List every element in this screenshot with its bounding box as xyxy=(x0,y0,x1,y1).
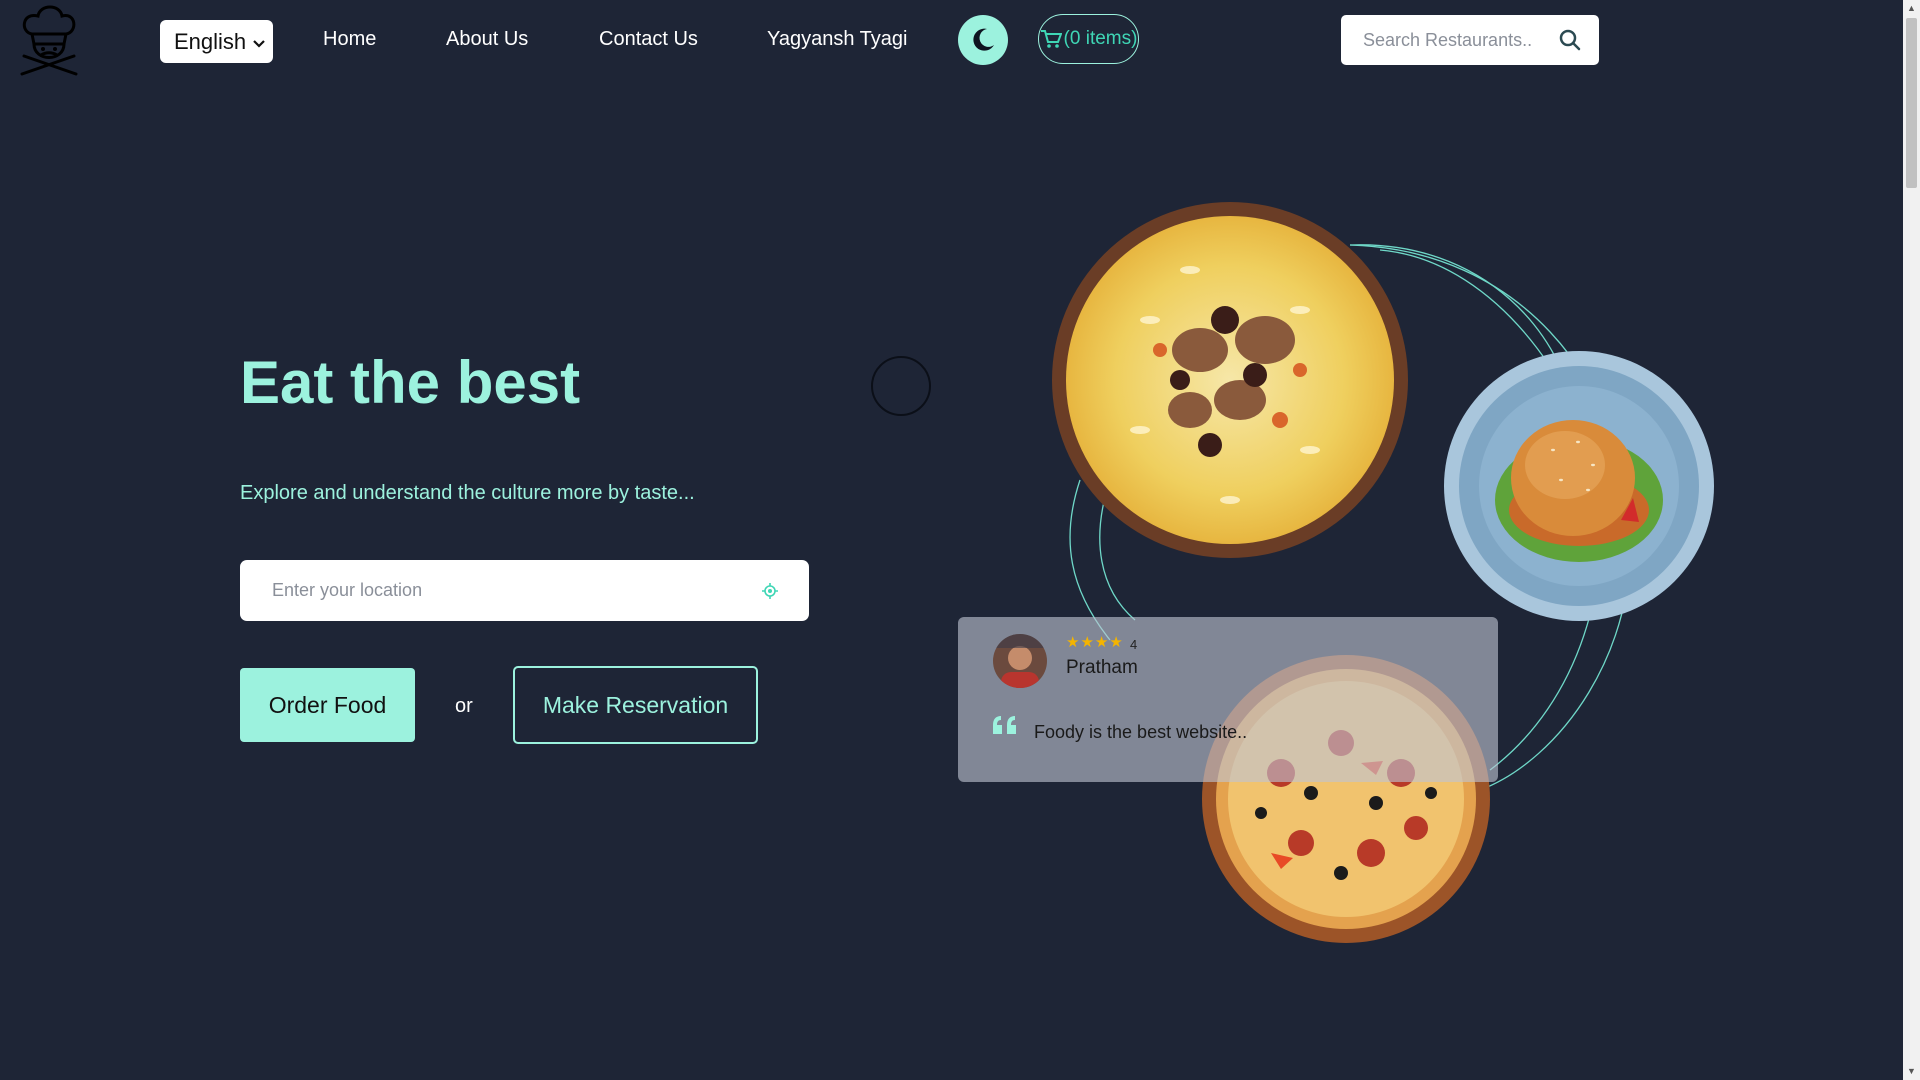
or-separator: or xyxy=(455,695,473,717)
language-select[interactable]: English xyxy=(160,20,273,63)
theme-toggle-button[interactable] xyxy=(958,15,1008,65)
moon-icon xyxy=(973,28,994,51)
review-text: Foody is the best website.. xyxy=(1034,722,1248,742)
nav-link-user-profile[interactable]: Yagyansh Tyagi xyxy=(767,28,907,51)
cart-icon xyxy=(1040,30,1062,48)
page-scrollbar[interactable]: ▲ ▼ xyxy=(1903,0,1920,1080)
cart-button[interactable]: (0 items) xyxy=(1038,14,1139,64)
language-selected-value: English xyxy=(174,28,247,54)
burger-plate-image xyxy=(1444,351,1714,621)
decorative-circle xyxy=(871,356,931,416)
rating-value: 4 xyxy=(1130,637,1138,652)
search-box[interactable] xyxy=(1341,15,1599,65)
location-input[interactable] xyxy=(270,579,761,602)
search-icon[interactable] xyxy=(1559,29,1581,51)
nav-link-contact[interactable]: Contact Us xyxy=(599,28,698,51)
hero-subtitle: Explore and understand the culture more … xyxy=(240,482,695,504)
cart-count-label: (0 items) xyxy=(1063,28,1138,49)
location-target-icon[interactable] xyxy=(761,582,779,600)
star-icon: ★ xyxy=(1109,634,1124,651)
avatar xyxy=(993,634,1047,688)
chef-logo-icon[interactable] xyxy=(16,4,82,76)
search-input[interactable] xyxy=(1361,28,1559,52)
star-icon: ★ xyxy=(1066,634,1081,651)
scroll-up-arrow-icon[interactable]: ▲ xyxy=(1903,0,1920,17)
order-food-button[interactable]: Order Food xyxy=(240,668,415,742)
chef-logo-svg xyxy=(20,5,78,76)
chevron-down-icon xyxy=(253,35,265,51)
star-icon: ★ xyxy=(1080,634,1095,651)
star-icon: ★ xyxy=(1094,634,1110,651)
rating-stars: ★★★★ xyxy=(1066,633,1124,651)
location-box[interactable] xyxy=(240,560,809,621)
reviewer-name: Pratham xyxy=(1066,657,1138,678)
biryani-plate-image xyxy=(1052,202,1408,558)
nav-link-home[interactable]: Home xyxy=(323,28,376,51)
nav-link-about[interactable]: About Us xyxy=(446,28,528,51)
review-card: ★★★★ 4 Pratham Foody is the best website… xyxy=(958,617,1498,782)
scrollbar-thumb[interactable] xyxy=(1906,18,1917,188)
quote-icon xyxy=(992,715,1018,740)
hero-title: Eat the best xyxy=(240,349,581,416)
scroll-down-arrow-icon[interactable]: ▼ xyxy=(1903,1063,1920,1080)
make-reservation-button[interactable]: Make Reservation xyxy=(513,666,758,744)
